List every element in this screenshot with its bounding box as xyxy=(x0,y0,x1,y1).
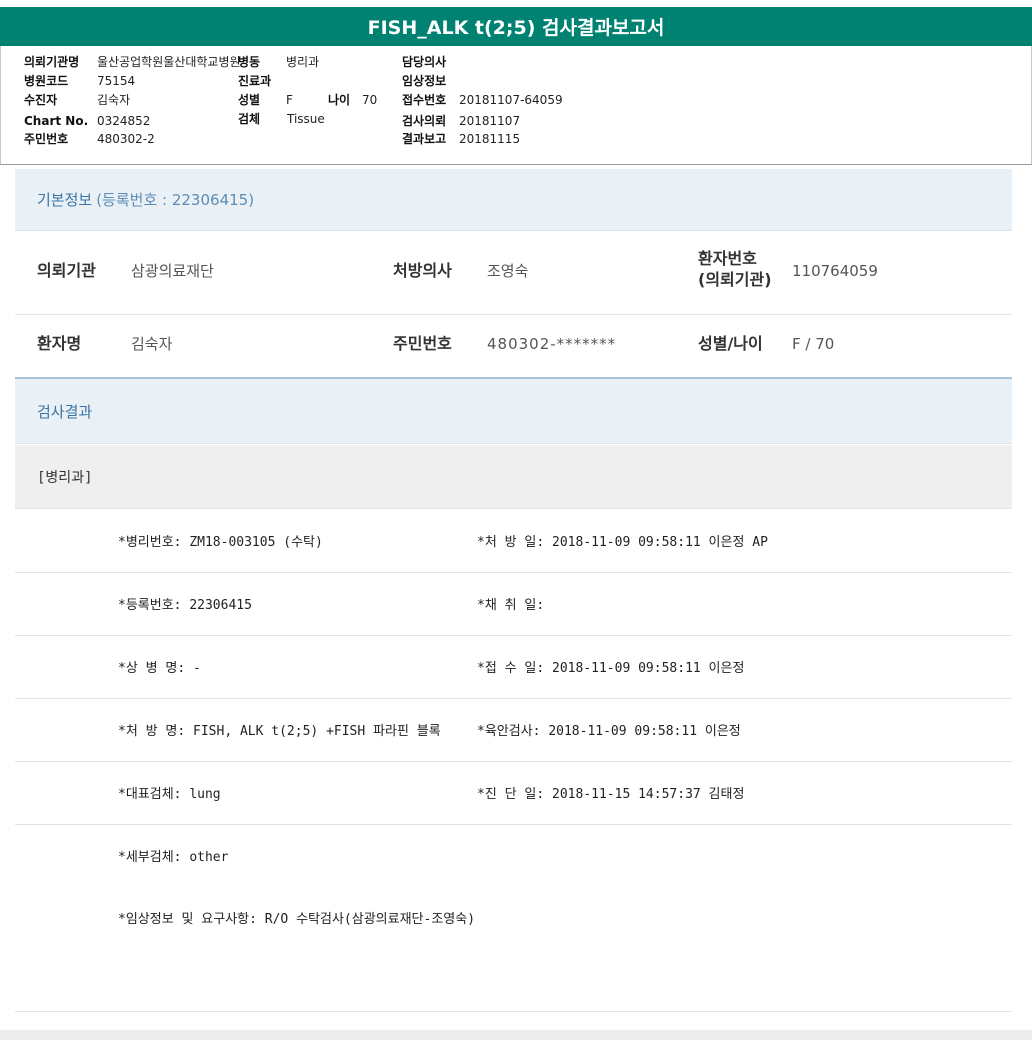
header-value-report-date: 20181115 xyxy=(459,132,521,146)
result-left: *세부검체: other xyxy=(118,850,229,865)
header-value-sex: F xyxy=(286,93,293,107)
sex-age-label: 성별/나이 xyxy=(698,334,763,353)
basic-info-title: 기본정보 xyxy=(37,191,93,209)
sex-age-value: F / 70 xyxy=(792,335,835,353)
basic-info-reg-number: (등록번호 : 22306415) xyxy=(96,191,255,209)
header-value-age: 70 xyxy=(362,93,378,107)
header-value-chart-no: 0324852 xyxy=(97,114,151,128)
name-value: 김숙자 xyxy=(131,335,173,353)
top-strip xyxy=(0,0,1032,7)
results-department: [병리과] xyxy=(15,445,1012,509)
rrn-value: 480302-******* xyxy=(487,335,617,353)
basic-info-row-2: 환자명 김숙자 주민번호 480302-******* 성별/나이 F / 70 xyxy=(15,315,1012,379)
header-label-report-date: 결과보고 xyxy=(402,132,447,146)
header-label-rrn: 주민번호 xyxy=(24,132,69,146)
result-left: *병리번호: ZM18-003105 (수탁) xyxy=(118,535,323,550)
result-row: *처 방 명: FISH, ALK t(2;5) +FISH 파라핀 블록 *육… xyxy=(15,699,1012,762)
header-label-dept: 진료과 xyxy=(238,74,272,88)
header-label-clinical-info: 임상정보 xyxy=(402,74,447,88)
result-row: *세부검체: other xyxy=(15,825,1012,888)
result-right: *육안검사: 2018-11-09 09:58:11 이은정 xyxy=(477,724,741,739)
header-label-institution: 의뢰기관명 xyxy=(24,55,80,69)
header-label-specimen: 검체 xyxy=(238,112,261,126)
result-left: *등록번호: 22306415 xyxy=(118,598,252,613)
results-header: 검사결과 xyxy=(15,379,1012,444)
header-value-ward: 병리과 xyxy=(286,55,320,69)
header-label-patient: 수진자 xyxy=(24,93,58,107)
header-value-institution: 울산공업학원울산대학교병원 xyxy=(97,55,241,69)
result-row-empty xyxy=(15,949,1012,1012)
result-row: *등록번호: 22306415 *채 취 일: xyxy=(15,573,1012,636)
rrn-label: 주민번호 xyxy=(393,334,452,353)
inst-label: 의뢰기관 xyxy=(37,261,96,280)
header-label-age: 나이 xyxy=(328,93,351,107)
result-row: *병리번호: ZM18-003105 (수탁) *처 방 일: 2018-11-… xyxy=(15,510,1012,573)
result-right: *처 방 일: 2018-11-09 09:58:11 이은정 AP xyxy=(477,535,768,550)
header-label-sex: 성별 xyxy=(238,93,261,107)
result-row: *대표검체: lung *진 단 일: 2018-11-15 14:57:37 … xyxy=(15,762,1012,825)
basic-info-header: 기본정보 (등록번호 : 22306415) xyxy=(15,169,1012,231)
header-value-specimen: Tissue xyxy=(287,112,325,126)
doctor-value: 조영숙 xyxy=(487,262,529,280)
result-right: *채 취 일: xyxy=(477,598,545,613)
header-value-request-date: 20181107 xyxy=(459,114,521,128)
report-content: 기본정보 (등록번호 : 22306415) 의뢰기관 삼광의료재단 처방의사 … xyxy=(0,165,1032,1040)
patient-no-label-sub: (의뢰기관) xyxy=(698,270,772,289)
header-label-accession-no: 접수번호 xyxy=(402,93,447,107)
patient-no-label: 환자번호 xyxy=(698,249,757,268)
result-row: *상 병 명: - *접 수 일: 2018-11-09 09:58:11 이은… xyxy=(15,636,1012,699)
report-header: 의뢰기관명 울산공업학원울산대학교병원 병원코드 75154 수진자 김숙자 C… xyxy=(0,46,1032,165)
header-value-rrn: 480302-2 xyxy=(97,132,155,146)
inst-value: 삼광의료재단 xyxy=(131,262,214,280)
header-value-accession-no: 20181107-64059 xyxy=(459,93,563,107)
header-label-hospital-code: 병원코드 xyxy=(24,74,69,88)
header-label-doctor: 담당의사 xyxy=(402,55,447,69)
header-label-chart-no: Chart No. xyxy=(24,114,89,128)
header-value-hospital-code: 75154 xyxy=(97,74,136,88)
patient-no-value: 110764059 xyxy=(792,262,878,280)
results-title: 검사결과 xyxy=(37,402,93,421)
name-label: 환자명 xyxy=(37,334,82,353)
result-left: *임상정보 및 요구사항: R/O 수탁검사(삼광의료재단-조영숙) xyxy=(118,912,476,927)
result-row: *임상정보 및 요구사항: R/O 수탁검사(삼광의료재단-조영숙) xyxy=(15,887,1012,950)
result-right: *접 수 일: 2018-11-09 09:58:11 이은정 xyxy=(477,661,745,676)
result-left: *상 병 명: - xyxy=(118,661,201,676)
header-value-patient: 김숙자 xyxy=(97,93,131,107)
header-label-ward: 병동 xyxy=(238,55,261,69)
header-label-request-date: 검사의뢰 xyxy=(402,114,447,128)
doctor-label: 처방의사 xyxy=(393,261,452,280)
result-right: *진 단 일: 2018-11-15 14:57:37 김태정 xyxy=(477,787,745,802)
result-left: *처 방 명: FISH, ALK t(2;5) +FISH 파라핀 블록 xyxy=(118,724,441,739)
report-title: FISH_ALK t(2;5) 검사결과보고서 xyxy=(0,7,1032,46)
basic-info-row-1: 의뢰기관 삼광의료재단 처방의사 조영숙 환자번호 (의뢰기관) 1107640… xyxy=(15,232,1012,315)
bottom-strip xyxy=(0,1030,1032,1040)
result-left: *대표검체: lung xyxy=(118,787,221,802)
